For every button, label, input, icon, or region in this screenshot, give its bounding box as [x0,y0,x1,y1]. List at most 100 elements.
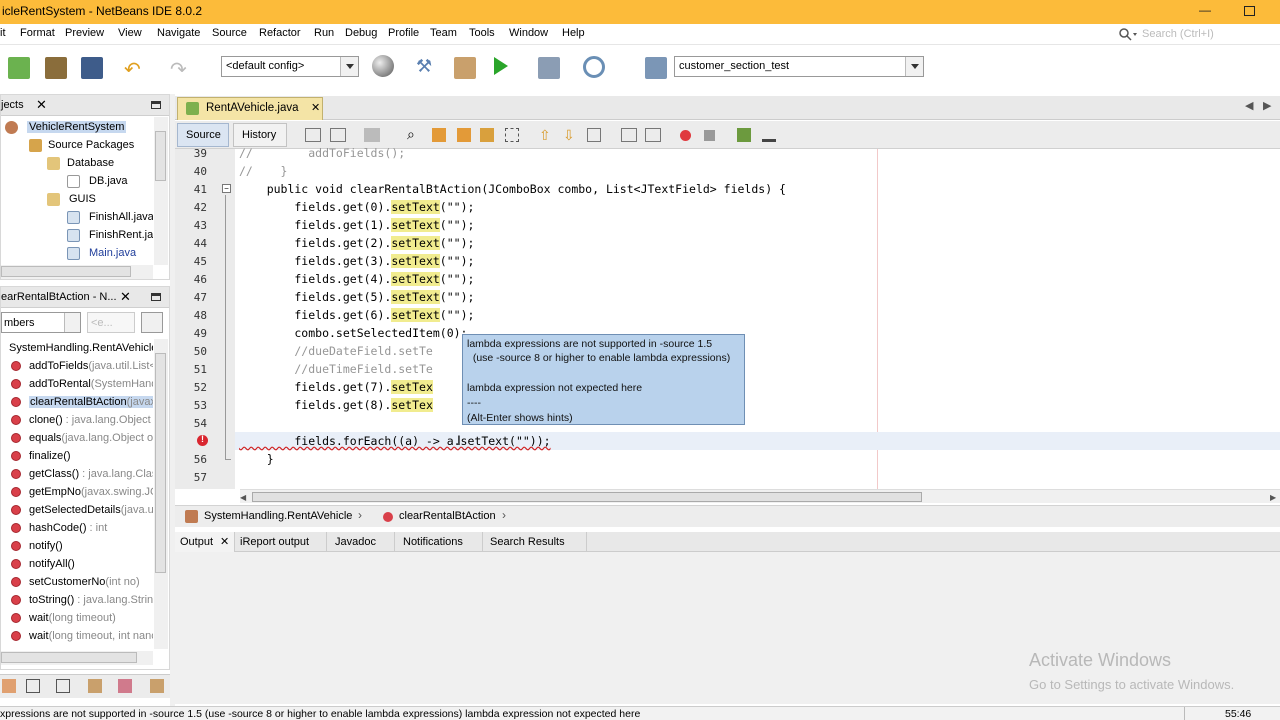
last-edit-icon[interactable] [305,128,321,142]
find-icon[interactable]: ⌕ [407,126,415,143]
scrollbar-thumb[interactable] [1,652,137,663]
member-row[interactable]: clearRentalBtAction(javax [1,393,153,411]
tab-scroll-left-icon[interactable]: ◀ [1245,99,1253,112]
new-project-icon[interactable] [45,57,67,79]
code-line[interactable]: fields.forEach((a) -> a.setText("")); [239,433,550,451]
project-select[interactable]: customer_section_test [674,56,924,77]
class-node[interactable]: SystemHandling.RentAVehicle [1,339,153,357]
menu-edit[interactable]: it [0,27,6,39]
tab-rentavehicle[interactable]: RentAVehicle.java ✕ [177,97,323,120]
scrollbar-thumb[interactable] [1,266,131,277]
scrollbar-thumb[interactable] [155,353,166,573]
code-line[interactable]: fields.get(7).setTex [239,379,433,397]
code-line[interactable]: fields.get(5).setText(""); [239,289,474,307]
search-box[interactable]: Search (Ctrl+I) [1114,25,1280,43]
filter-icon[interactable] [26,679,40,693]
previous-bookmark-icon[interactable]: ⇧ [539,127,551,144]
code-line[interactable]: fields.get(1).setText(""); [239,217,474,235]
tree-node-source-packages[interactable]: Source Packages [1,136,153,154]
minimize-panel-icon[interactable] [151,293,161,301]
menu-source[interactable]: Source [212,27,247,39]
chevron-down-icon[interactable] [340,57,358,76]
tree-node-finishrent[interactable]: FinishRent.jav [1,226,153,244]
scope-filter-select[interactable]: <e... [87,312,135,333]
editor-horizontal-scrollbar[interactable]: ◀ ▶ [240,489,1280,503]
tab-search-results[interactable]: Search Results [483,532,587,552]
tab-notifications[interactable]: Notifications [395,532,483,552]
code-line[interactable]: fields.get(0).setText(""); [239,199,474,217]
stop-macro-icon[interactable] [704,130,715,141]
projects-tab[interactable]: jects [1,99,24,111]
close-icon[interactable]: ✕ [311,101,320,114]
splitter[interactable] [170,94,175,706]
chevron-down-icon[interactable] [905,57,923,76]
code-line[interactable]: fields.get(8).setTex [239,397,433,415]
code-line[interactable]: //dueDateField.setTe [239,343,433,361]
filter-icon[interactable] [2,679,16,693]
tree-node-finishall[interactable]: FinishAll.java [1,208,153,226]
close-icon[interactable]: ✕ [36,97,47,113]
member-row[interactable]: wait(long timeout, int nanc [1,627,153,645]
tab-javadoc[interactable]: Javadoc [327,532,395,552]
member-row[interactable]: clone() : java.lang.Object [1,411,153,429]
code-line[interactable]: combo.setSelectedItem(0); [239,325,467,343]
code-line[interactable]: fields.get(3).setText(""); [239,253,474,271]
menu-team[interactable]: Team [430,27,457,39]
open-project-icon[interactable] [81,57,103,79]
breadcrumb-method[interactable]: clearRentalBtAction [399,510,496,522]
menu-tools[interactable]: Tools [469,27,495,39]
navigator-tab[interactable]: earRentalBtAction - N... [1,291,117,303]
toggle-bookmark-icon[interactable] [587,128,601,142]
code-line[interactable]: // } [239,163,287,181]
tree-node-guis[interactable]: GUIS [1,190,153,208]
menu-format[interactable]: Format [20,27,55,39]
close-icon[interactable]: ✕ [220,535,229,548]
filter-icon[interactable] [150,679,164,693]
tab-scroll-right-icon[interactable]: ▶ [1263,99,1271,112]
find-previous-icon[interactable] [432,128,446,142]
tab-source[interactable]: Source [177,123,229,147]
member-row[interactable]: toString() : java.lang.String [1,591,153,609]
rectangular-select-icon[interactable] [505,128,519,142]
code-line[interactable]: fields.get(6).setText(""); [239,307,474,325]
tab-ireport-output[interactable]: iReport output [235,532,327,552]
member-row[interactable]: getEmpNo(javax.swing.JC [1,483,153,501]
member-row[interactable]: addToRental(SystemHand [1,375,153,393]
tree-node-project[interactable]: VehicleRentSystem [1,118,153,136]
shift-left-icon[interactable] [621,128,637,142]
menu-window[interactable]: Window [509,27,548,39]
member-row[interactable]: addToFields(java.util.List< [1,357,153,375]
uncomment-icon[interactable] [762,128,776,142]
vertical-scrollbar[interactable] [154,339,168,649]
minimize-button[interactable]: — [1199,3,1211,17]
scroll-left-icon[interactable]: ◀ [240,493,246,502]
code-line[interactable]: //dueTimeField.setTe [239,361,433,379]
lock-icon[interactable] [88,679,102,693]
member-row[interactable]: wait(long timeout) [1,609,153,627]
menu-navigate[interactable]: Navigate [157,27,200,39]
menu-profile[interactable]: Profile [388,27,419,39]
members-filter-select[interactable]: mbers [1,312,81,333]
horizontal-scrollbar[interactable] [1,265,153,279]
next-bookmark-icon[interactable]: ⇩ [563,127,575,144]
menu-preview[interactable]: Preview [65,27,104,39]
clean-build-icon[interactable] [454,57,476,79]
filter-icon[interactable] [56,679,70,693]
menu-help[interactable]: Help [562,27,585,39]
error-icon[interactable]: ! [197,434,208,446]
code-line[interactable]: } [239,451,274,469]
scrollbar-thumb[interactable] [252,492,922,502]
start-macro-icon[interactable] [680,130,691,141]
member-row[interactable]: getClass() : java.lang.Clas [1,465,153,483]
member-row[interactable]: notify() [1,537,153,555]
redo-icon[interactable]: ↷ [170,57,187,82]
chevron-down-icon[interactable] [64,313,80,332]
member-row[interactable]: notifyAll() [1,555,153,573]
menu-refactor[interactable]: Refactor [259,27,301,39]
undo-icon[interactable]: ↶ [124,57,141,82]
breadcrumb-class[interactable]: SystemHandling.RentAVehicle [204,510,352,522]
vertical-scrollbar[interactable] [154,117,168,265]
back-icon[interactable] [330,128,346,142]
code-line[interactable]: public void clearRentalBtAction(JComboBo… [239,181,786,199]
code-line[interactable]: // addToFields(); [239,145,405,163]
